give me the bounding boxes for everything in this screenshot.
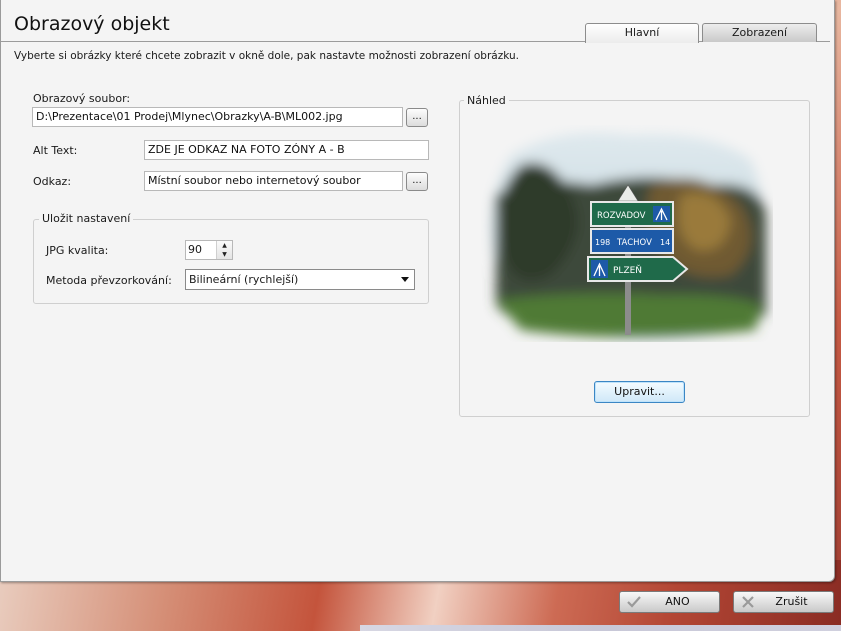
instructions-text: Vyberte si obrázky které chcete zobrazit… xyxy=(14,50,519,62)
jpg-quality-value: 90 xyxy=(188,243,202,256)
sign-middle-distance: 14 xyxy=(660,238,670,247)
cancel-button-label: Zrušit xyxy=(775,595,808,608)
image-file-label: Obrazový soubor: xyxy=(33,92,131,105)
tab-hlavni[interactable]: Hlavní xyxy=(585,23,699,43)
edit-button[interactable]: Upravit... xyxy=(594,381,685,403)
sign-bottom-text: PLZEŇ xyxy=(613,265,642,276)
resample-select[interactable]: Bilineární (rychlejší) xyxy=(185,269,415,290)
resample-label: Metoda převzorkování: xyxy=(46,274,172,287)
stepper-buttons: ▲ ▼ xyxy=(216,241,232,259)
image-file-field[interactable]: D:\Prezentace\01 Prodej\Mlynec\Obrazky\A… xyxy=(32,107,403,127)
image-file-browse-button[interactable]: ... xyxy=(406,108,428,127)
ok-button-label: ANO xyxy=(665,595,690,608)
link-label: Odkaz: xyxy=(33,175,72,188)
stepper-up-icon[interactable]: ▲ xyxy=(217,241,232,250)
jpg-quality-label: JPG kvalita: xyxy=(46,244,109,257)
alt-text-field[interactable]: ZDE JE ODKAZ NA FOTO ZÓNY A - B xyxy=(144,140,429,160)
save-settings-group xyxy=(33,219,429,304)
resample-value: Bilineární (rychlejší) xyxy=(189,273,299,286)
preview-image: ROZVADOV 198 TACHOV 14 PLZEŇ xyxy=(491,132,766,339)
link-browse-button[interactable]: ... xyxy=(406,172,428,191)
jpg-quality-stepper[interactable]: 90 ▲ ▼ xyxy=(185,240,233,260)
ok-button[interactable]: ANO xyxy=(619,591,720,613)
link-field[interactable]: Místní soubor nebo internetový soubor xyxy=(144,171,403,191)
dialog-title: Obrazový objekt xyxy=(14,13,170,35)
tab-zobrazeni[interactable]: Zobrazení xyxy=(702,23,817,42)
sign-middle-number: 198 xyxy=(595,238,610,247)
taskbar-strip xyxy=(360,625,841,631)
sign-top-text: ROZVADOV xyxy=(597,211,646,221)
cancel-button[interactable]: Zrušit xyxy=(733,591,834,613)
image-object-dialog: Obrazový objekt Hlavní Zobrazení Vyberte… xyxy=(0,0,835,582)
chevron-down-icon xyxy=(401,277,409,282)
stepper-down-icon[interactable]: ▼ xyxy=(217,250,232,259)
preview-legend: Náhled xyxy=(464,94,509,107)
save-settings-legend: Uložit nastavení xyxy=(39,212,134,225)
alt-text-label: Alt Text: xyxy=(33,144,78,157)
sign-middle-city: TACHOV xyxy=(616,238,652,248)
